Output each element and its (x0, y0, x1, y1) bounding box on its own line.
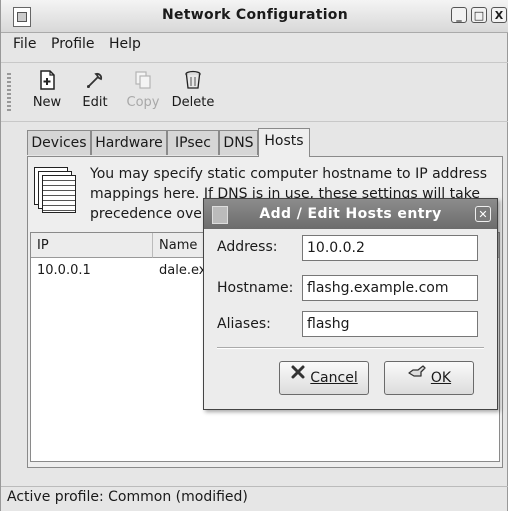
delete-button[interactable]: Delete (163, 69, 223, 117)
menu-file[interactable]: File (13, 36, 36, 52)
address-field[interactable] (302, 235, 478, 261)
dialog-separator (217, 347, 484, 349)
ok-icon (407, 360, 427, 392)
hosts-file-icon (34, 167, 78, 213)
menu-bar: File Profile Help (1, 33, 508, 57)
tab-dns[interactable]: DNS (219, 130, 258, 155)
address-label: Address: (217, 239, 278, 255)
edit-icon (84, 69, 106, 91)
close-icon[interactable]: ✕ (475, 206, 491, 222)
window-title: Network Configuration (161, 7, 348, 23)
menu-help[interactable]: Help (109, 36, 141, 52)
dialog-title: Add / Edit Hosts entry (259, 206, 442, 222)
column-header-ip[interactable]: IP (31, 233, 153, 258)
aliases-label: Aliases: (217, 316, 271, 332)
maximize-button[interactable]: □ (471, 7, 487, 23)
menu-profile[interactable]: Profile (51, 36, 95, 52)
hostname-field[interactable] (302, 275, 478, 301)
status-text: Active profile: Common (modified) (7, 489, 248, 505)
copy-icon (132, 69, 154, 91)
delete-label: Delete (171, 95, 215, 110)
ok-button[interactable]: OK (384, 361, 474, 395)
title-bar[interactable]: Network Configuration _ □ X (1, 0, 508, 33)
new-icon (36, 69, 58, 91)
status-bar: Active profile: Common (modified) (1, 486, 508, 512)
row-name: dale.ex (159, 263, 207, 278)
toolbar-grip[interactable] (7, 73, 11, 113)
tab-hosts[interactable]: Hosts (258, 128, 310, 157)
row-ip: 10.0.0.1 (37, 263, 91, 278)
tab-hardware[interactable]: Hardware (91, 130, 167, 155)
cancel-label: Cancel (310, 370, 358, 386)
hosts-entry-dialog: Add / Edit Hosts entry ✕ Address: Hostna… (203, 198, 498, 410)
delete-icon (182, 69, 204, 91)
tab-ipsec[interactable]: IPsec (167, 130, 219, 155)
cancel-icon (290, 360, 306, 392)
ok-label: OK (430, 370, 452, 386)
tab-devices[interactable]: Devices (27, 130, 91, 155)
aliases-field[interactable] (302, 311, 478, 337)
toolbar: New Edit Copy Delete (1, 62, 508, 122)
description-line: You may specify static computer hostname… (90, 166, 488, 182)
close-button[interactable]: X (491, 7, 507, 23)
cancel-button[interactable]: Cancel (279, 361, 369, 395)
minimize-button[interactable]: _ (451, 7, 467, 23)
dialog-title-bar[interactable]: Add / Edit Hosts entry ✕ (204, 199, 497, 229)
hostname-label: Hostname: (217, 280, 294, 296)
